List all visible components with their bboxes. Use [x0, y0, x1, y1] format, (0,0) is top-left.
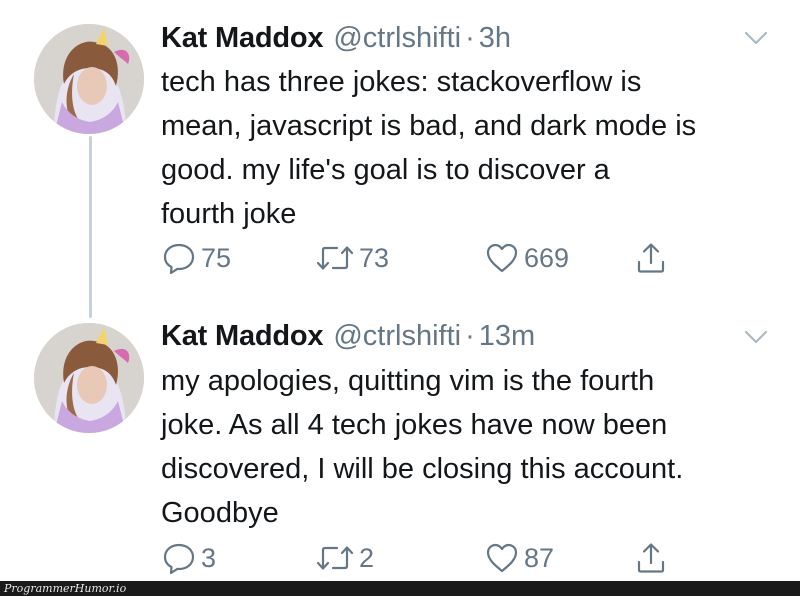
share-icon	[637, 243, 665, 273]
timestamp[interactable]: 13m	[479, 316, 535, 356]
tweet-text-line: Goodbye	[161, 497, 279, 529]
retweet-count: 73	[359, 242, 390, 273]
chevron-down-icon[interactable]	[742, 327, 770, 347]
display-name[interactable]: Kat Maddox	[161, 18, 324, 58]
like-count: 669	[524, 242, 570, 273]
display-name[interactable]: Kat Maddox	[161, 316, 324, 356]
retweet-count: 2	[359, 542, 375, 573]
tweet-text-line: good. my life's goal is to discover a	[161, 154, 610, 186]
share-icon	[637, 543, 665, 573]
timeline: Kat Maddox @ctrlshifti · 3h tech has thr…	[0, 0, 800, 596]
reply-count: 75	[201, 242, 232, 273]
tweet-text-line: fourth joke	[161, 198, 297, 230]
reply-count: 3	[201, 542, 217, 573]
reply-icon	[163, 543, 195, 575]
reply-icon	[163, 243, 195, 275]
watermark-bar: ProgrammerHumor.io	[0, 581, 800, 596]
chevron-down-icon[interactable]	[742, 28, 770, 48]
tweet-actions: 75 73 669	[161, 236, 721, 280]
tweet-text-line: tech has three jokes: stackoverflow is	[161, 66, 642, 98]
share-button[interactable]	[633, 536, 669, 580]
handle[interactable]: @ctrlshifti	[333, 316, 461, 356]
tweet-text-line: mean, javascript is bad, and dark mode i…	[161, 110, 697, 142]
avatar-image	[34, 24, 144, 134]
tweet-actions: 3 2 87	[161, 536, 721, 580]
avatar[interactable]	[34, 323, 144, 433]
retweet-button[interactable]: 2	[315, 536, 374, 580]
avatar[interactable]	[34, 24, 144, 134]
tweet-text: my apologies, quitting vim is the fourth…	[161, 359, 781, 535]
tweet-header: Kat Maddox @ctrlshifti · 13m	[161, 316, 535, 356]
tweet-text-line: discovered, I will be closing this accou…	[161, 453, 684, 485]
reply-button[interactable]: 75	[161, 236, 231, 280]
retweet-button[interactable]: 73	[315, 236, 389, 280]
share-button[interactable]	[633, 236, 669, 280]
tweet-text-line: my apologies, quitting vim is the fourth	[161, 365, 655, 397]
separator-dot: ·	[465, 22, 475, 54]
timestamp[interactable]: 3h	[479, 18, 511, 58]
handle[interactable]: @ctrlshifti	[333, 18, 461, 58]
like-count: 87	[524, 542, 555, 573]
tweet-header: Kat Maddox @ctrlshifti · 3h	[161, 18, 511, 58]
watermark-text: ProgrammerHumor.io	[4, 582, 127, 595]
like-button[interactable]: 669	[484, 236, 569, 280]
retweet-icon	[316, 546, 354, 570]
like-icon	[486, 243, 518, 273]
thread-connector	[89, 136, 92, 318]
avatar-image	[34, 323, 144, 433]
tweet-text-line: joke. As all 4 tech jokes have now been	[161, 409, 668, 441]
separator-dot: ·	[465, 320, 475, 352]
retweet-icon	[316, 246, 354, 270]
like-icon	[486, 543, 518, 573]
like-button[interactable]: 87	[484, 536, 554, 580]
reply-button[interactable]: 3	[161, 536, 216, 580]
tweet-text: tech has three jokes: stackoverflow is m…	[161, 60, 781, 236]
